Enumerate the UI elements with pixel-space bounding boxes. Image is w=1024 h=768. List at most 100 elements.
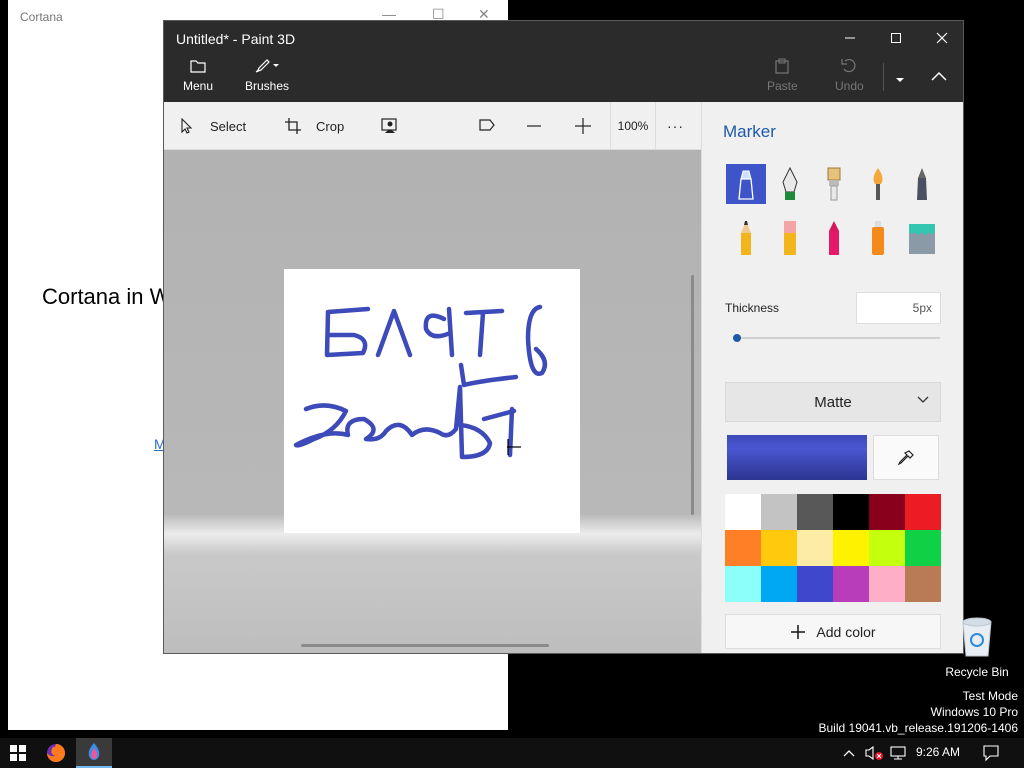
close-icon (936, 32, 948, 44)
watercolor-button[interactable] (858, 164, 898, 204)
crayon-button[interactable] (814, 218, 854, 258)
current-color-swatch[interactable] (727, 435, 867, 480)
thickness-input[interactable]: 5px (856, 292, 941, 324)
canvas-toolbar: Select Crop 100% ··· (164, 102, 701, 150)
undo-icon (841, 58, 856, 73)
plus-icon (791, 624, 806, 639)
eraser-button[interactable] (770, 218, 810, 258)
palette-swatch[interactable] (833, 494, 869, 530)
zoom-level[interactable]: 100% (610, 102, 656, 150)
minimize-button[interactable] (827, 21, 873, 55)
recycle-bin-icon (962, 617, 992, 657)
taskbar-clock[interactable]: 9:26 AM (916, 745, 960, 759)
pencil-button[interactable] (726, 218, 766, 258)
ink-stroke-letter-5 (525, 304, 548, 376)
thickness-slider-track[interactable] (736, 337, 940, 339)
watermark-line-1: Test Mode (962, 689, 1018, 703)
pencil-icon (741, 221, 751, 255)
chevron-up-icon (843, 750, 855, 757)
minus-icon (527, 125, 541, 127)
palette-swatch[interactable] (869, 494, 905, 530)
vertical-scrollbar[interactable] (691, 275, 694, 515)
marker-brush-button[interactable] (726, 164, 766, 204)
start-button[interactable] (0, 738, 36, 768)
finish-dropdown[interactable]: Matte (725, 382, 941, 422)
eyedropper-icon (897, 449, 914, 465)
palette-swatch[interactable] (905, 530, 941, 566)
palette-swatch[interactable] (833, 566, 869, 602)
more-options-button[interactable]: ··· (667, 102, 684, 150)
palette-swatch[interactable] (905, 566, 941, 602)
eyedropper-button[interactable] (873, 435, 939, 480)
palette-swatch[interactable] (725, 530, 761, 566)
ink-stroke-letter-3 (423, 306, 455, 358)
drawing-canvas[interactable] (284, 269, 580, 533)
watermark-line-3: Build 19041.vb_release.191206-1406 (818, 721, 1019, 735)
ribbon-divider (883, 63, 884, 91)
volume-button[interactable] (864, 745, 884, 766)
fill-bucket-icon (909, 224, 935, 254)
taskbar-paint3d[interactable] (76, 738, 112, 768)
color-palette (725, 494, 941, 602)
watermark-line-2: Windows 10 Pro (930, 705, 1018, 719)
crop-tool[interactable]: Crop (284, 102, 344, 150)
palette-swatch[interactable] (725, 566, 761, 602)
oil-brush-button[interactable] (814, 164, 854, 204)
notification-icon (983, 745, 999, 762)
action-center-button[interactable] (982, 744, 1000, 767)
cortana-heading: Cortana in W (42, 284, 171, 309)
collapse-ribbon-button[interactable] (930, 69, 948, 87)
palette-swatch[interactable] (725, 494, 761, 530)
palette-swatch[interactable] (869, 530, 905, 566)
paste-label: Paste (767, 79, 798, 93)
palette-swatch[interactable] (905, 494, 941, 530)
add-color-label: Add color (816, 623, 876, 640)
calligraphy-pen-button[interactable] (770, 164, 810, 204)
network-button[interactable] (889, 745, 907, 766)
view-3d-button[interactable] (478, 102, 496, 150)
plus-icon (575, 118, 591, 134)
magic-select-icon (381, 118, 397, 133)
palette-swatch[interactable] (869, 566, 905, 602)
paint3d-window: Untitled* - Paint 3D Menu Brushes Paste … (163, 20, 964, 654)
brush-icon (255, 59, 280, 73)
flag-icon (479, 119, 495, 131)
canvas-drawing (293, 304, 548, 460)
palette-swatch[interactable] (797, 566, 833, 602)
chevron-down-icon (917, 396, 929, 403)
crop-label: Crop (316, 118, 345, 134)
palette-swatch[interactable] (761, 494, 797, 530)
ribbon-more-dropdown[interactable] (894, 71, 906, 89)
watercolor-icon (873, 168, 883, 200)
fill-button[interactable] (902, 218, 942, 258)
recycle-bin-shortcut[interactable]: Recycle Bin (940, 614, 1014, 679)
chevron-up-icon (931, 71, 947, 81)
palette-swatch[interactable] (797, 530, 833, 566)
select-tool[interactable]: Select (180, 102, 246, 150)
paste-button[interactable]: Paste (767, 57, 798, 93)
spray-can-button[interactable] (858, 218, 898, 258)
horizontal-scrollbar[interactable] (301, 644, 549, 647)
pixel-pen-button[interactable] (902, 164, 942, 204)
firefox-icon (47, 744, 65, 762)
magic-select-tool[interactable] (381, 102, 399, 150)
palette-swatch[interactable] (761, 566, 797, 602)
show-hidden-icons-button[interactable] (842, 746, 856, 764)
palette-swatch[interactable] (761, 530, 797, 566)
title-bar: Untitled* - Paint 3D (164, 21, 963, 55)
palette-swatch[interactable] (833, 530, 869, 566)
undo-button[interactable]: Undo (835, 57, 864, 93)
close-button[interactable] (919, 21, 963, 55)
brushes-button[interactable]: Brushes (245, 57, 289, 93)
menu-button[interactable]: Menu (183, 57, 213, 93)
taskbar-firefox[interactable] (38, 738, 74, 768)
canvas-area[interactable] (164, 150, 701, 653)
palette-swatch[interactable] (797, 494, 833, 530)
add-color-button[interactable]: Add color (725, 614, 941, 649)
maximize-button[interactable] (873, 21, 919, 55)
zoom-out-button[interactable] (526, 102, 542, 150)
thickness-slider-thumb[interactable] (733, 334, 741, 342)
zoom-in-button[interactable] (574, 102, 592, 150)
volume-muted-icon (865, 745, 883, 761)
crayon-icon (829, 221, 839, 255)
